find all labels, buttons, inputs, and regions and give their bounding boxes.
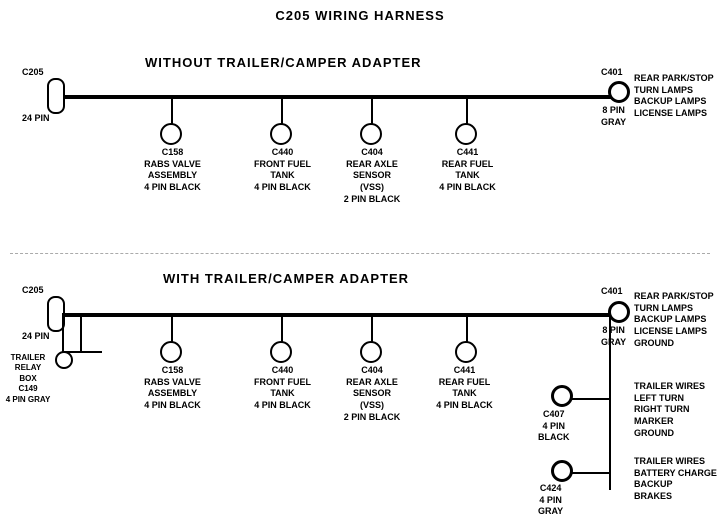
c407-hline <box>572 398 611 400</box>
c205-2-pin: 24 PIN <box>22 331 50 343</box>
c401-1-circle <box>608 81 630 103</box>
c158-1-label: C158RABS VALVEASSEMBLY4 PIN BLACK <box>140 147 205 194</box>
c205-1-pin: 24 PIN <box>22 113 50 125</box>
c149-vline2 <box>62 313 64 353</box>
page-title: C205 WIRING HARNESS <box>0 0 720 23</box>
c404-2-vline <box>371 315 373 343</box>
section2-main-line <box>62 313 627 317</box>
c407-id: C4074 PINBLACK <box>538 409 570 444</box>
c441-2-circle <box>455 341 477 363</box>
c440-1-vline <box>281 97 283 125</box>
c404-2-circle <box>360 341 382 363</box>
section-divider <box>10 253 710 254</box>
c424-hline <box>572 472 611 474</box>
c440-1-label: C440FRONT FUELTANK4 PIN BLACK <box>250 147 315 194</box>
c401-1-pinlabel: REAR PARK/STOPTURN LAMPSBACKUP LAMPSLICE… <box>634 73 714 120</box>
c205-2-label: C205 <box>22 285 44 297</box>
section2-title: WITH TRAILER/CAMPER ADAPTER <box>163 271 409 286</box>
c401-2-id: C401 <box>601 286 623 298</box>
c404-2-label: C404REAR AXLESENSOR(VSS)2 PIN BLACK <box>338 365 406 423</box>
c401-2-pin: 8 PINGRAY <box>601 325 626 348</box>
c158-2-circle <box>160 341 182 363</box>
c407-circle <box>551 385 573 407</box>
c401-1-pin: 8 PINGRAY <box>601 105 626 128</box>
c440-2-vline <box>281 315 283 343</box>
c440-1-circle <box>270 123 292 145</box>
c424-wirelabel: TRAILER WIRESBATTERY CHARGEBACKUPBRAKES <box>634 456 717 503</box>
c149-circle <box>55 351 73 369</box>
c440-2-label: C440FRONT FUELTANK4 PIN BLACK <box>250 365 315 412</box>
trailer-vline-main <box>609 315 611 490</box>
c205-1-rect <box>47 78 65 114</box>
c404-1-circle <box>360 123 382 145</box>
c404-1-label: C404REAR AXLESENSOR(VSS)2 PIN BLACK <box>338 147 406 205</box>
c441-1-label: C441REAR FUELTANK4 PIN BLACK <box>435 147 500 194</box>
c158-2-label: C158RABS VALVEASSEMBLY4 PIN BLACK <box>140 365 205 412</box>
c424-id: C4244 PINGRAY <box>538 483 563 518</box>
c441-2-label: C441REAR FUELTANK4 PIN BLACK <box>432 365 497 412</box>
c149-vline <box>80 315 82 353</box>
c401-1-id: C401 <box>601 67 623 79</box>
c149-label: TRAILERRELAYBOXC1494 PIN GRAY <box>2 353 54 405</box>
c158-2-vline <box>171 315 173 343</box>
c441-2-vline <box>466 315 468 343</box>
c441-1-vline <box>466 97 468 125</box>
c424-circle <box>551 460 573 482</box>
c404-1-vline <box>371 97 373 125</box>
c401-2-pinlabel: REAR PARK/STOPTURN LAMPSBACKUP LAMPSLICE… <box>634 291 714 349</box>
c440-2-circle <box>270 341 292 363</box>
c407-wirelabel: TRAILER WIRESLEFT TURNRIGHT TURNMARKERGR… <box>634 381 705 439</box>
c158-1-circle <box>160 123 182 145</box>
section1-main-line <box>62 95 627 99</box>
c441-1-circle <box>455 123 477 145</box>
c158-1-vline <box>171 97 173 125</box>
c205-1-label: C205 <box>22 67 44 79</box>
c401-2-circle <box>608 301 630 323</box>
section1-title: WITHOUT TRAILER/CAMPER ADAPTER <box>145 55 422 70</box>
